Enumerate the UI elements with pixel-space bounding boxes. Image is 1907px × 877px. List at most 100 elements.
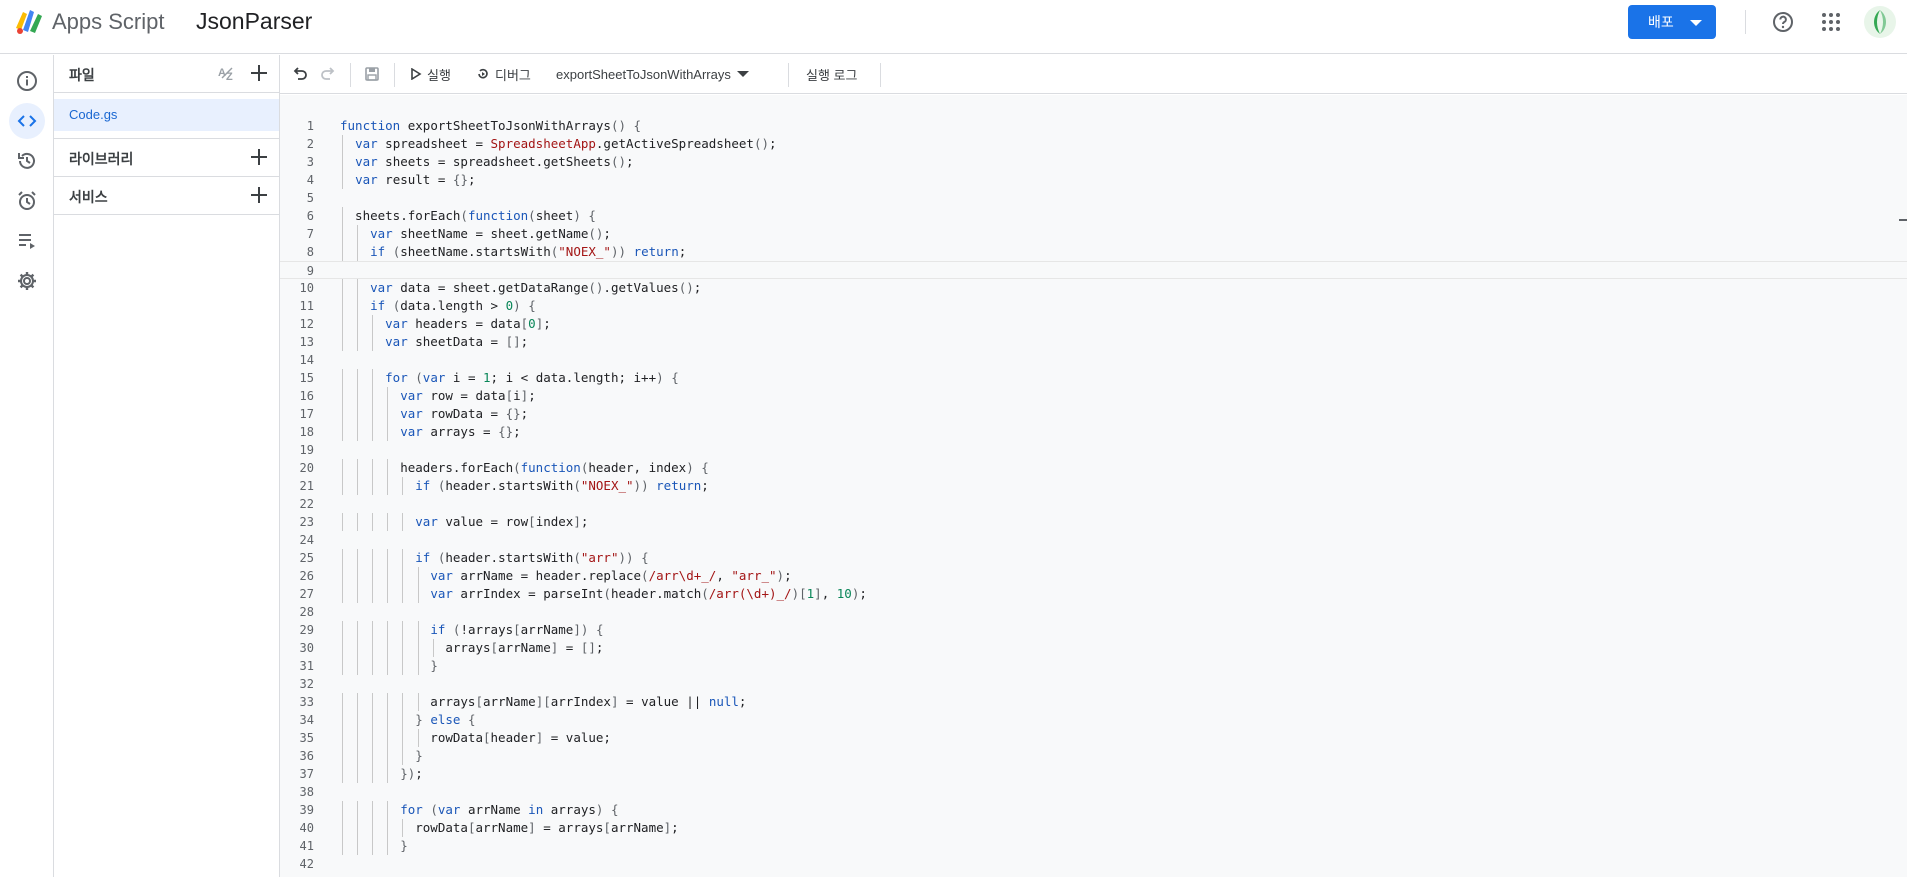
sort-az-icon[interactable]: AZ [217, 63, 239, 83]
code-line[interactable]: 17 var rowData = {}; [280, 405, 1907, 423]
code-line[interactable]: 12 var headers = data[0]; [280, 315, 1907, 333]
line-number: 7 [306, 227, 314, 241]
debug-button[interactable]: 디버그 [476, 63, 531, 85]
google-apps-icon[interactable] [1818, 9, 1844, 35]
code-text: var value = row[index]; [415, 514, 589, 529]
redo-icon[interactable] [320, 63, 336, 85]
undo-icon[interactable] [292, 63, 308, 85]
code-text: rowData[header] = value; [340, 730, 611, 745]
code-line[interactable]: 27 var arrIndex = parseInt(header.match(… [280, 585, 1907, 603]
code-line[interactable]: 24 [280, 531, 1907, 549]
line-number: 8 [306, 245, 314, 259]
avatar[interactable] [1864, 6, 1896, 38]
libraries-header: 라이브러리 [54, 139, 279, 177]
code-line[interactable]: 3 var sheets = spreadsheet.getSheets(); [280, 153, 1907, 171]
code-line[interactable]: 35 rowData[header] = value; [280, 729, 1907, 747]
history-icon[interactable] [9, 143, 45, 179]
code-line[interactable]: 23 var value = row[index]; [280, 513, 1907, 531]
code-editor[interactable]: 1 function exportSheetToJsonWithArrays() … [280, 95, 1907, 877]
code-line[interactable]: 4 var result = {}; [280, 171, 1907, 189]
line-number: 19 [299, 443, 314, 457]
line-number: 24 [299, 533, 314, 547]
code-line[interactable]: 19 [280, 441, 1907, 459]
code-line[interactable]: 31 } [280, 657, 1907, 675]
code-line[interactable]: 10 var data = sheet.getDataRange().getVa… [280, 279, 1907, 297]
code-line[interactable]: 29 if (!arrays[arrName]) { [280, 621, 1907, 639]
code-text: var sheets = spreadsheet.getSheets(); [355, 154, 634, 169]
code-text: headers.forEach(function(header, index) … [340, 460, 709, 475]
line-number: 28 [299, 605, 314, 619]
code-line[interactable]: 11 if (data.length > 0) { [280, 297, 1907, 315]
execution-log-button[interactable]: 실행 로그 [806, 63, 857, 85]
code-text: var headers = data[0]; [385, 316, 551, 331]
code-line[interactable]: 15 for (var i = 1; i < data.length; i++)… [280, 369, 1907, 387]
add-file-icon[interactable] [249, 63, 269, 83]
code-line[interactable]: 21 if (header.startsWith("NOEX_")) retur… [280, 477, 1907, 495]
line-number: 16 [299, 389, 314, 403]
apps-script-logo[interactable] [13, 6, 47, 36]
executions-icon[interactable] [9, 223, 45, 259]
function-select[interactable]: exportSheetToJsonWithArrays [556, 63, 749, 85]
code-line[interactable]: 40 rowData[arrName] = arrays[arrName]; [280, 819, 1907, 837]
code-line[interactable]: 38 [280, 783, 1907, 801]
deploy-button[interactable]: 배포 [1628, 5, 1716, 39]
left-rail [0, 55, 54, 877]
code-line[interactable]: 39 for (var arrName in arrays) { [280, 801, 1907, 819]
code-text: function exportSheetToJsonWithArrays() { [340, 118, 642, 133]
add-service-icon[interactable] [249, 185, 269, 205]
code-line[interactable]: 32 [280, 675, 1907, 693]
run-button[interactable]: 실행 [410, 63, 451, 85]
info-icon[interactable] [9, 63, 45, 99]
save-icon[interactable] [364, 63, 380, 85]
code-line[interactable]: 7 var sheetName = sheet.getName(); [280, 225, 1907, 243]
code-line[interactable]: 8 if (sheetName.startsWith("NOEX_")) ret… [280, 243, 1907, 261]
code-text: var arrays = {}; [400, 424, 521, 439]
code-line[interactable]: 2 var spreadsheet = SpreadsheetApp.getAc… [280, 135, 1907, 153]
code-line[interactable]: 13 var sheetData = []; [280, 333, 1907, 351]
add-library-icon[interactable] [249, 147, 269, 167]
code-line[interactable]: 14 [280, 351, 1907, 369]
code-text: var row = data[i]; [400, 388, 536, 403]
code-line[interactable]: 22 [280, 495, 1907, 513]
run-label: 실행 [427, 67, 451, 83]
code-text: if (sheetName.startsWith("NOEX_")) retur… [370, 244, 687, 259]
code-line[interactable]: 37 }); [280, 765, 1907, 783]
code-line[interactable]: 16 var row = data[i]; [280, 387, 1907, 405]
code-line[interactable]: 5 [280, 189, 1907, 207]
line-number: 13 [299, 335, 314, 349]
code-line[interactable]: 20 headers.forEach(function(header, inde… [280, 459, 1907, 477]
line-number: 39 [299, 803, 314, 817]
code-line[interactable]: 36 } [280, 747, 1907, 765]
file-item-code-gs[interactable]: Code.gs [54, 99, 279, 131]
line-number: 31 [299, 659, 314, 673]
code-text: rowData[arrName] = arrays[arrName]; [340, 820, 679, 835]
editor-toolbar: 실행 디버그 exportSheetToJsonWithArrays 실행 로그 [280, 55, 1907, 94]
code-line[interactable]: 25 if (header.startsWith("arr")) { [280, 549, 1907, 567]
help-icon[interactable] [1770, 9, 1796, 35]
code-text: var result = {}; [355, 172, 476, 187]
code-line[interactable]: 42 [280, 855, 1907, 873]
project-title[interactable]: JsonParser [196, 8, 312, 35]
alarm-icon[interactable] [9, 183, 45, 219]
brand-name: Apps Script [52, 9, 165, 34]
code-line[interactable]: 1 function exportSheetToJsonWithArrays() … [280, 117, 1907, 135]
code-text: var rowData = {}; [400, 406, 529, 421]
code-text: var sheetData = []; [385, 334, 529, 349]
code-icon[interactable] [9, 103, 45, 139]
settings-icon[interactable] [9, 263, 45, 299]
scroll-marker [1899, 219, 1907, 221]
code-line[interactable]: 34 } else { [280, 711, 1907, 729]
libraries-label: 라이브러리 [69, 151, 134, 167]
line-number: 26 [299, 569, 314, 583]
code-line[interactable]: 18 var arrays = {}; [280, 423, 1907, 441]
code-line[interactable]: 28 [280, 603, 1907, 621]
line-number: 1 [306, 119, 314, 133]
chevron-down-icon [736, 71, 749, 77]
code-line[interactable]: 26 var arrName = header.replace(/arr\d+_… [280, 567, 1907, 585]
code-line[interactable]: 9 [280, 261, 1907, 279]
code-line[interactable]: 33 arrays[arrName][arrIndex] = value || … [280, 693, 1907, 711]
code-line[interactable]: 41 } [280, 837, 1907, 855]
line-number: 5 [306, 191, 314, 205]
code-line[interactable]: 30 arrays[arrName] = []; [280, 639, 1907, 657]
code-line[interactable]: 6 sheets.forEach(function(sheet) { [280, 207, 1907, 225]
